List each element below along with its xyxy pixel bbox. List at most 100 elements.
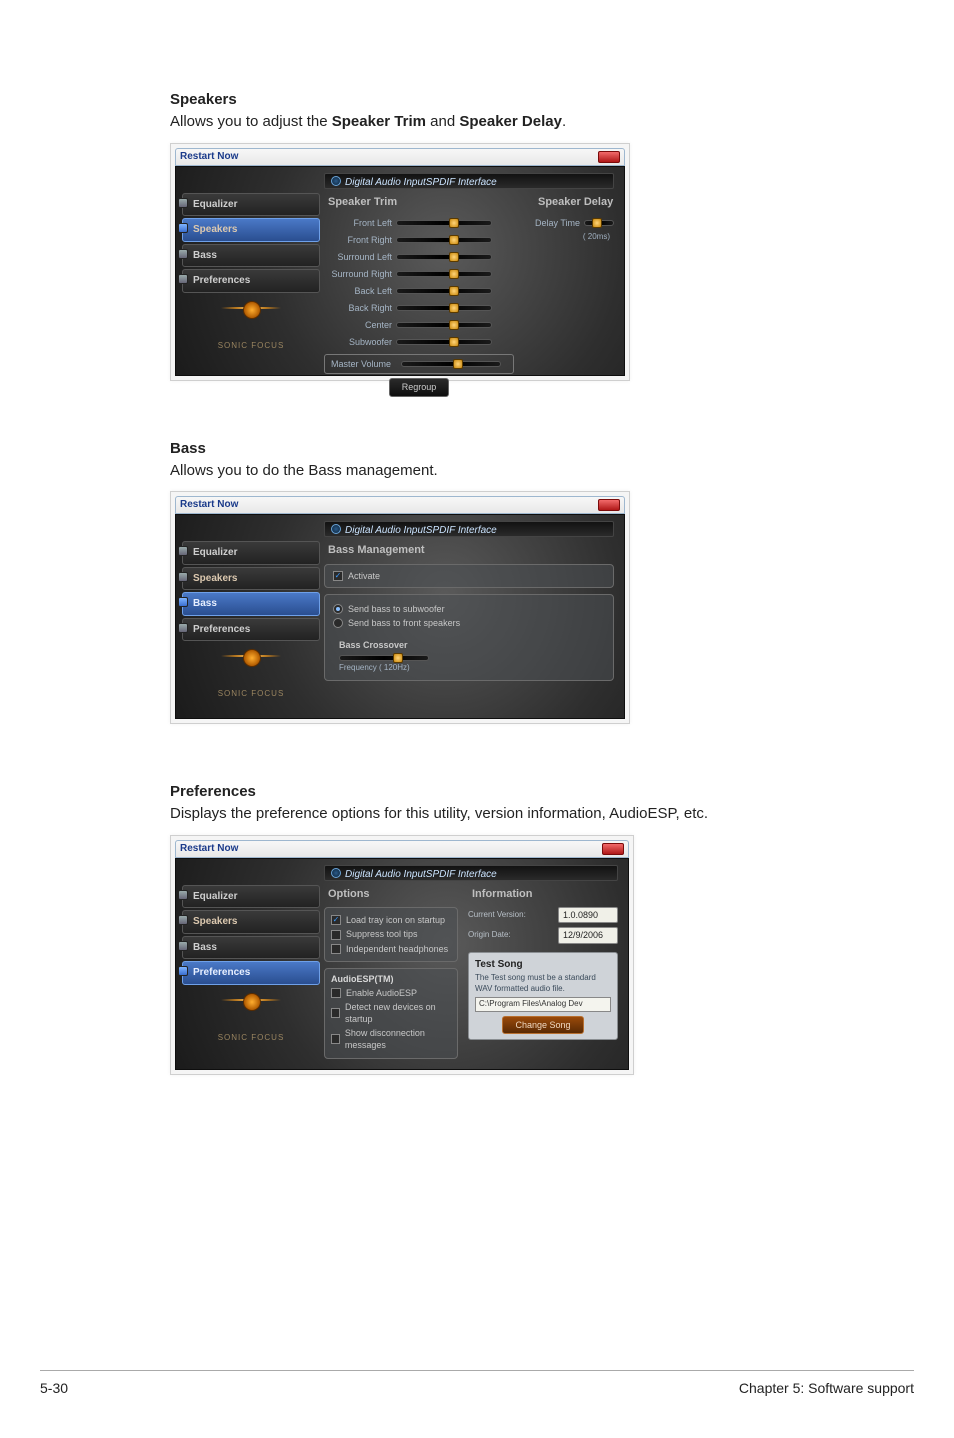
trim-label: Center xyxy=(324,319,396,331)
speakers-screenshot: Restart Now Digital Audio InputSPDIF Int… xyxy=(170,143,630,381)
crossover-title: Bass Crossover xyxy=(339,639,605,651)
info-title: Information xyxy=(472,887,618,902)
delay-slider[interactable] xyxy=(584,220,614,226)
sidebar-item-speakers[interactable]: Speakers xyxy=(182,567,320,591)
trim-label: Back Left xyxy=(324,285,396,297)
close-icon[interactable] xyxy=(602,843,624,855)
sidebar: Equalizer Speakers Bass Preferences SONI… xyxy=(182,193,320,352)
chapter-label: Chapter 5: Software support xyxy=(739,1379,914,1398)
opt-tooltips-checkbox[interactable]: Suppress tool tips xyxy=(331,928,451,940)
sidebar: Equalizer Speakers Bass Preferences SONI… xyxy=(182,885,320,1044)
sidebar-item-speakers[interactable]: Speakers xyxy=(182,910,320,934)
sidebar-label: Preferences xyxy=(193,623,250,637)
bass-to-sub-label: Send bass to subwoofer xyxy=(348,603,445,615)
page-footer: 5-30 Chapter 5: Software support xyxy=(40,1370,914,1398)
opt-tray-checkbox[interactable]: Load tray icon on startup xyxy=(331,914,451,926)
sidebar-label: Equalizer xyxy=(193,546,237,560)
esp-detect-label: Detect new devices on startup xyxy=(345,1001,451,1025)
trim-slider-subwoofer[interactable] xyxy=(396,339,492,345)
close-icon[interactable] xyxy=(598,151,620,163)
trim-label: Surround Right xyxy=(324,268,396,280)
trim-slider-surround-right[interactable] xyxy=(396,271,492,277)
sidebar-item-bass[interactable]: Bass xyxy=(182,244,320,268)
master-label: Master Volume xyxy=(329,358,395,370)
master-volume: Master Volume xyxy=(324,354,514,374)
esp-enable-checkbox[interactable]: Enable AudioESP xyxy=(331,987,451,999)
bass-screenshot: Restart Now Digital Audio InputSPDIF Int… xyxy=(170,491,630,724)
crossover-slider[interactable] xyxy=(339,655,429,661)
sidebar-label: Bass xyxy=(193,597,217,611)
bass-to-sub-radio[interactable]: Send bass to subwoofer xyxy=(333,603,605,615)
speakers-heading: Speakers xyxy=(170,90,784,110)
trim-slider-front-left[interactable] xyxy=(396,220,492,226)
speakers-desc: Allows you to adjust the Speaker Trim an… xyxy=(170,112,784,132)
trim-label: Front Left xyxy=(324,217,396,229)
delay-unit: ( 20ms) xyxy=(534,232,614,243)
regroup-button[interactable]: Regroup xyxy=(389,378,450,396)
sidebar-item-equalizer[interactable]: Equalizer xyxy=(182,193,320,217)
sidebar-label: Bass xyxy=(193,249,217,263)
esp-disconnect-checkbox[interactable]: Show disconnection messages xyxy=(331,1027,451,1051)
esp-detect-checkbox[interactable]: Detect new devices on startup xyxy=(331,1001,451,1025)
close-icon[interactable] xyxy=(598,499,620,511)
page-number: 5-30 xyxy=(40,1379,68,1398)
trim-slider-center[interactable] xyxy=(396,322,492,328)
origin-date-value: 12/9/2006 xyxy=(558,927,618,943)
window-title: Restart Now xyxy=(180,842,238,856)
bass-to-front-label: Send bass to front speakers xyxy=(348,617,460,629)
sidebar-item-preferences[interactable]: Preferences xyxy=(182,618,320,642)
opt-headphones-label: Independent headphones xyxy=(346,943,448,955)
sidebar-item-equalizer[interactable]: Equalizer xyxy=(182,541,320,565)
master-volume-slider[interactable] xyxy=(401,361,501,367)
sidebar-item-bass[interactable]: Bass xyxy=(182,936,320,960)
sidebar-label: Preferences xyxy=(193,274,250,288)
opt-headphones-checkbox[interactable]: Independent headphones xyxy=(331,943,451,955)
trim-slider-back-left[interactable] xyxy=(396,288,492,294)
window-titlebar: Restart Now xyxy=(175,496,625,514)
trim-label: Surround Left xyxy=(324,251,396,263)
speakers-desc-mid: and xyxy=(426,113,459,130)
trim-label: Subwoofer xyxy=(324,336,396,348)
speakers-desc-post: . xyxy=(562,113,566,130)
sidebar-label: Preferences xyxy=(193,966,250,980)
brand-logo-icon xyxy=(221,995,281,1031)
speakers-desc-pre: Allows you to adjust the xyxy=(170,113,332,130)
app-title: Digital Audio InputSPDIF Interface xyxy=(324,173,614,189)
sidebar-label: Equalizer xyxy=(193,198,237,212)
speakers-desc-b2: Speaker Delay xyxy=(459,113,562,130)
activate-checkbox[interactable]: Activate xyxy=(333,570,605,582)
speakers-desc-b1: Speaker Trim xyxy=(332,113,426,130)
trim-slider-surround-left[interactable] xyxy=(396,254,492,260)
crossover-freq: Frequency ( 120Hz) xyxy=(339,663,605,674)
sidebar-label: Bass xyxy=(193,941,217,955)
sidebar-label: Speakers xyxy=(193,572,237,586)
trim-label: Front Right xyxy=(324,234,396,246)
trim-slider-back-right[interactable] xyxy=(396,305,492,311)
bass-to-front-radio[interactable]: Send bass to front speakers xyxy=(333,617,605,629)
brand-text: SONIC FOCUS xyxy=(182,341,320,352)
sidebar-item-bass[interactable]: Bass xyxy=(182,592,320,616)
trim-label: Back Right xyxy=(324,302,396,314)
test-song-path[interactable]: C:\Program Files\Analog Dev xyxy=(475,997,611,1012)
brand-text: SONIC FOCUS xyxy=(182,689,320,700)
window-titlebar: Restart Now xyxy=(175,148,625,166)
speaker-trim-title: Speaker Trim xyxy=(328,195,514,210)
test-song-title: Test Song xyxy=(475,958,611,972)
sidebar-item-preferences[interactable]: Preferences xyxy=(182,961,320,985)
delay-label: Delay Time xyxy=(534,217,584,229)
prefs-heading: Preferences xyxy=(170,782,784,802)
options-title: Options xyxy=(328,887,458,902)
sidebar-item-speakers[interactable]: Speakers xyxy=(182,218,320,242)
trim-slider-front-right[interactable] xyxy=(396,237,492,243)
test-song-desc: The Test song must be a standard WAV for… xyxy=(475,973,611,994)
window-title: Restart Now xyxy=(180,150,238,164)
section-bass: Bass Allows you to do the Bass managemen… xyxy=(170,439,784,759)
brand-logo-icon xyxy=(221,651,281,687)
esp-disconnect-label: Show disconnection messages xyxy=(345,1027,451,1051)
sidebar-item-equalizer[interactable]: Equalizer xyxy=(182,885,320,909)
section-speakers: Speakers Allows you to adjust the Speake… xyxy=(170,90,784,415)
change-song-button[interactable]: Change Song xyxy=(502,1016,583,1034)
section-preferences: Preferences Displays the preference opti… xyxy=(170,782,784,1109)
window-title: Restart Now xyxy=(180,498,238,512)
sidebar-item-preferences[interactable]: Preferences xyxy=(182,269,320,293)
